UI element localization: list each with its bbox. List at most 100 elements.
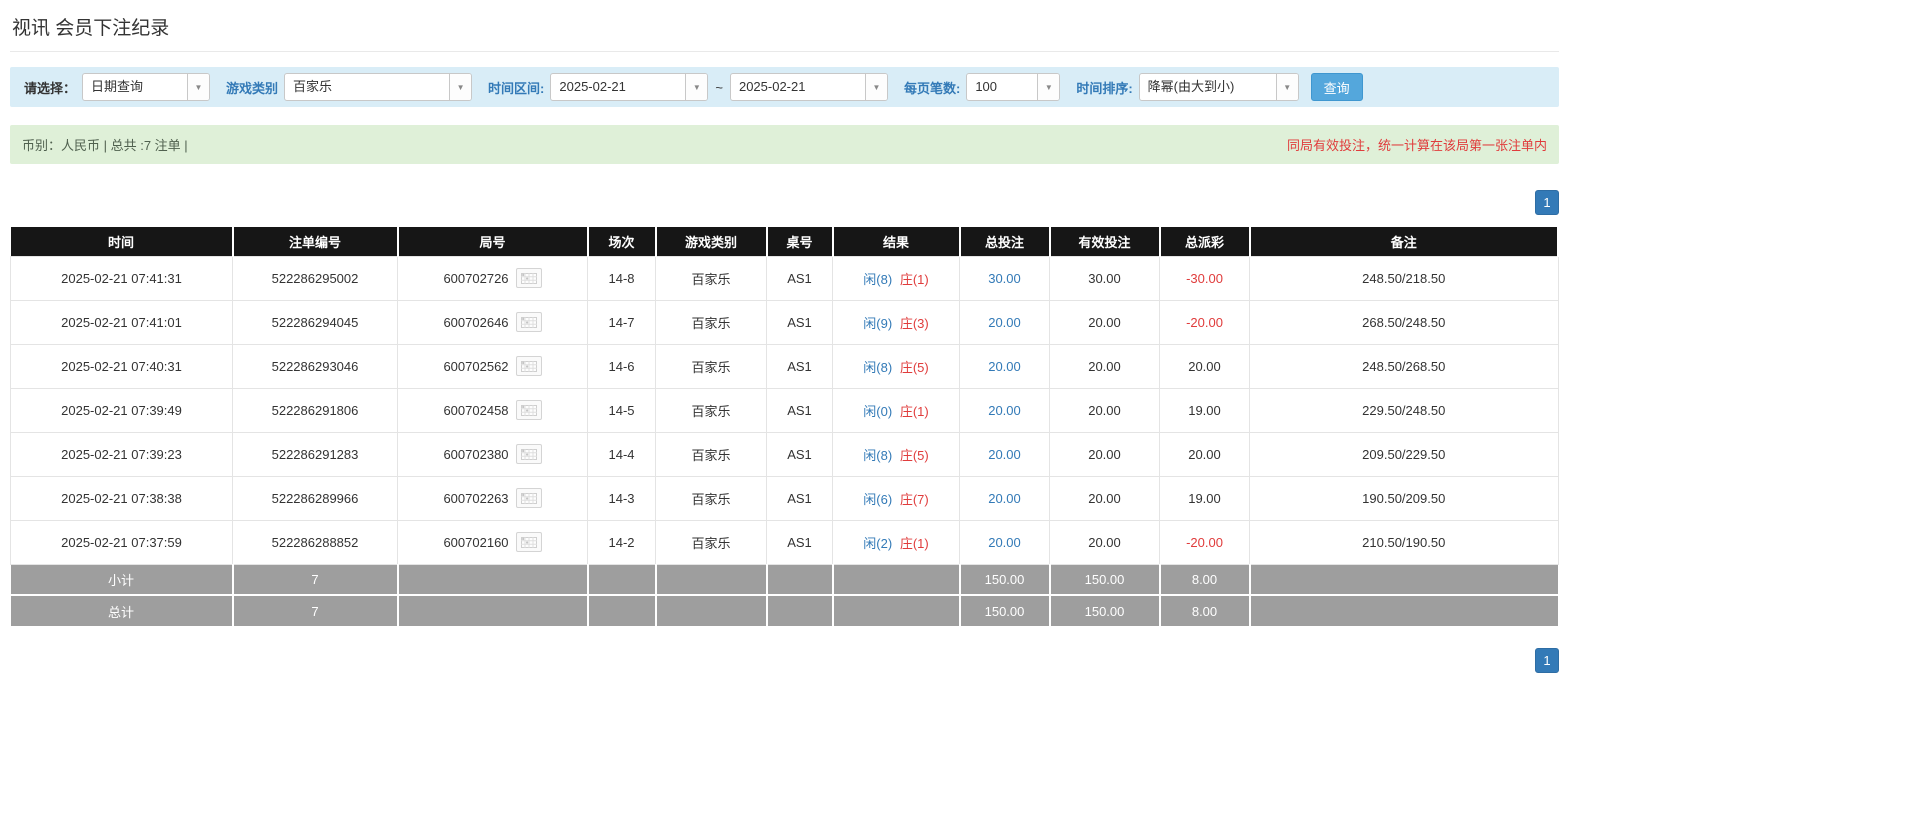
page-1-button[interactable]: 1	[1535, 190, 1559, 215]
round-id: 600702458	[443, 402, 509, 418]
page-1-button[interactable]: 1	[1535, 648, 1559, 673]
roadmap-icon[interactable]	[515, 488, 542, 508]
result-player: 闲(0)	[863, 403, 893, 419]
note-cell: 268.50/248.50	[1249, 299, 1559, 345]
round-id: 600702263	[443, 490, 509, 506]
payout-cell: -20.00	[1159, 299, 1250, 345]
column-header: 场次	[587, 227, 657, 256]
page-size-select[interactable]: 100 ▼	[966, 73, 1061, 101]
chevron-down-icon[interactable]: ▼	[864, 74, 887, 100]
valid-bet-cell: 20.00	[1049, 431, 1160, 477]
subtotal-valid-bet: 150.00	[1049, 563, 1161, 595]
note-cell: 229.50/248.50	[1249, 387, 1559, 433]
result-player: 闲(6)	[863, 491, 893, 507]
result-banker: 庄(3)	[899, 315, 929, 331]
header-row: 时间 注单编号 局号 场次 游戏类别 桌号 结果 总投注 有效投注 总派彩 备注	[10, 227, 1559, 256]
total-payout: 8.00	[1159, 594, 1251, 626]
time-cell: 2025-02-21 07:37:59	[10, 519, 233, 565]
date-to-select[interactable]: 2025-02-21 ▼	[729, 73, 888, 101]
column-header: 注单编号	[232, 227, 399, 256]
result-banker: 庄(5)	[899, 447, 929, 463]
round-cell: 600702263	[397, 475, 588, 521]
note-cell: 248.50/218.50	[1249, 255, 1559, 301]
roadmap-icon[interactable]	[515, 400, 542, 420]
select-label: 请选择：	[24, 80, 77, 96]
sort-order-select[interactable]: 降幂(由大到小) ▼	[1138, 73, 1299, 101]
payout-cell: 20.00	[1159, 343, 1250, 389]
valid-bet-cell: 20.00	[1049, 475, 1160, 521]
time-cell: 2025-02-21 07:39:49	[10, 387, 233, 433]
total-bet-cell[interactable]: 30.00	[959, 255, 1050, 301]
session-cell: 14-4	[587, 431, 656, 477]
table-body: 2025-02-21 07:41:31 522286295002 6007027…	[10, 255, 1559, 565]
time-cell: 2025-02-21 07:41:01	[10, 299, 233, 345]
query-button[interactable]: 查询	[1310, 73, 1363, 101]
game-type-cell: 百家乐	[655, 343, 767, 389]
total-count: 7	[232, 594, 399, 626]
betting-records-table: 时间 注单编号 局号 场次 游戏类别 桌号 结果 总投注 有效投注 总派彩 备注…	[10, 227, 1559, 626]
note-cell: 190.50/209.50	[1249, 475, 1559, 521]
chevron-down-icon[interactable]: ▼	[187, 74, 210, 100]
total-bet-cell[interactable]: 20.00	[959, 431, 1050, 477]
session-cell: 14-5	[587, 387, 656, 433]
table-no-cell: AS1	[766, 519, 833, 565]
empty-cell	[655, 563, 768, 595]
total-bet-cell[interactable]: 20.00	[959, 343, 1050, 389]
date-to-value: 2025-02-21	[738, 79, 806, 94]
session-cell: 14-7	[587, 299, 656, 345]
bet-id-cell: 522286293046	[232, 343, 398, 389]
roadmap-icon[interactable]	[515, 312, 542, 332]
result-banker: 庄(1)	[899, 271, 929, 287]
payout-cell: 19.00	[1159, 475, 1250, 521]
table-row: 2025-02-21 07:40:31 522286293046 6007025…	[10, 343, 1559, 389]
round-cell: 600702380	[397, 431, 588, 477]
round-id: 600702562	[443, 358, 509, 374]
sort-order-label: 时间排序:	[1076, 80, 1133, 96]
time-range-label: 时间区间:	[488, 80, 545, 96]
total-bet-cell[interactable]: 20.00	[959, 299, 1050, 345]
chevron-down-icon[interactable]: ▼	[1275, 74, 1298, 100]
result-banker: 庄(1)	[899, 535, 929, 551]
chevron-down-icon[interactable]: ▼	[449, 74, 472, 100]
filter-bar: 请选择： 日期查询 ▼ 游戏类别 百家乐 ▼ 时间区间: 2025-02-21 …	[10, 67, 1559, 107]
roadmap-icon[interactable]	[515, 268, 542, 288]
payout-cell: 19.00	[1159, 387, 1250, 433]
date-from-value: 2025-02-21	[559, 79, 626, 94]
result-player: 闲(9)	[863, 315, 893, 331]
bet-id-cell: 522286289966	[232, 475, 398, 521]
session-cell: 14-3	[587, 475, 656, 521]
empty-cell	[766, 563, 834, 595]
result-cell: 闲(6) 庄(7)	[832, 475, 960, 521]
bet-id-cell: 522286288852	[232, 519, 398, 565]
table-no-cell: AS1	[766, 387, 833, 433]
total-row: 总计 7 150.00 150.00 8.00	[10, 594, 1558, 626]
total-bet-cell[interactable]: 20.00	[959, 387, 1050, 433]
roadmap-icon[interactable]	[515, 532, 542, 552]
payout-cell: -20.00	[1159, 519, 1250, 565]
summary-notice: 同局有效投注，统一计算在该局第一张注单内	[1286, 138, 1547, 153]
column-header: 局号	[397, 227, 589, 256]
table-no-cell: AS1	[766, 299, 833, 345]
note-cell: 209.50/229.50	[1249, 431, 1559, 477]
game-type-value: 百家乐	[293, 79, 333, 94]
table-header: 时间 注单编号 局号 场次 游戏类别 桌号 结果 总投注 有效投注 总派彩 备注	[10, 227, 1559, 256]
time-cell: 2025-02-21 07:39:23	[10, 431, 233, 477]
empty-cell	[832, 563, 961, 595]
pagination-top: 1	[10, 190, 1559, 215]
chevron-down-icon[interactable]: ▼	[685, 74, 708, 100]
chevron-down-icon[interactable]: ▼	[1037, 74, 1060, 100]
date-from-select[interactable]: 2025-02-21 ▼	[550, 73, 709, 101]
game-type-cell: 百家乐	[655, 387, 767, 433]
bet-id-cell: 522286291283	[232, 431, 398, 477]
total-bet-cell[interactable]: 20.00	[959, 475, 1050, 521]
payout-cell: 20.00	[1159, 431, 1250, 477]
roadmap-icon[interactable]	[515, 444, 542, 464]
result-player: 闲(8)	[863, 447, 893, 463]
session-cell: 14-8	[587, 255, 656, 301]
roadmap-icon[interactable]	[515, 356, 542, 376]
column-header: 有效投注	[1049, 227, 1161, 256]
total-bet-cell[interactable]: 20.00	[959, 519, 1050, 565]
query-type-select[interactable]: 日期查询 ▼	[82, 73, 211, 101]
bet-id-cell: 522286291806	[232, 387, 398, 433]
game-type-select[interactable]: 百家乐 ▼	[284, 73, 473, 101]
